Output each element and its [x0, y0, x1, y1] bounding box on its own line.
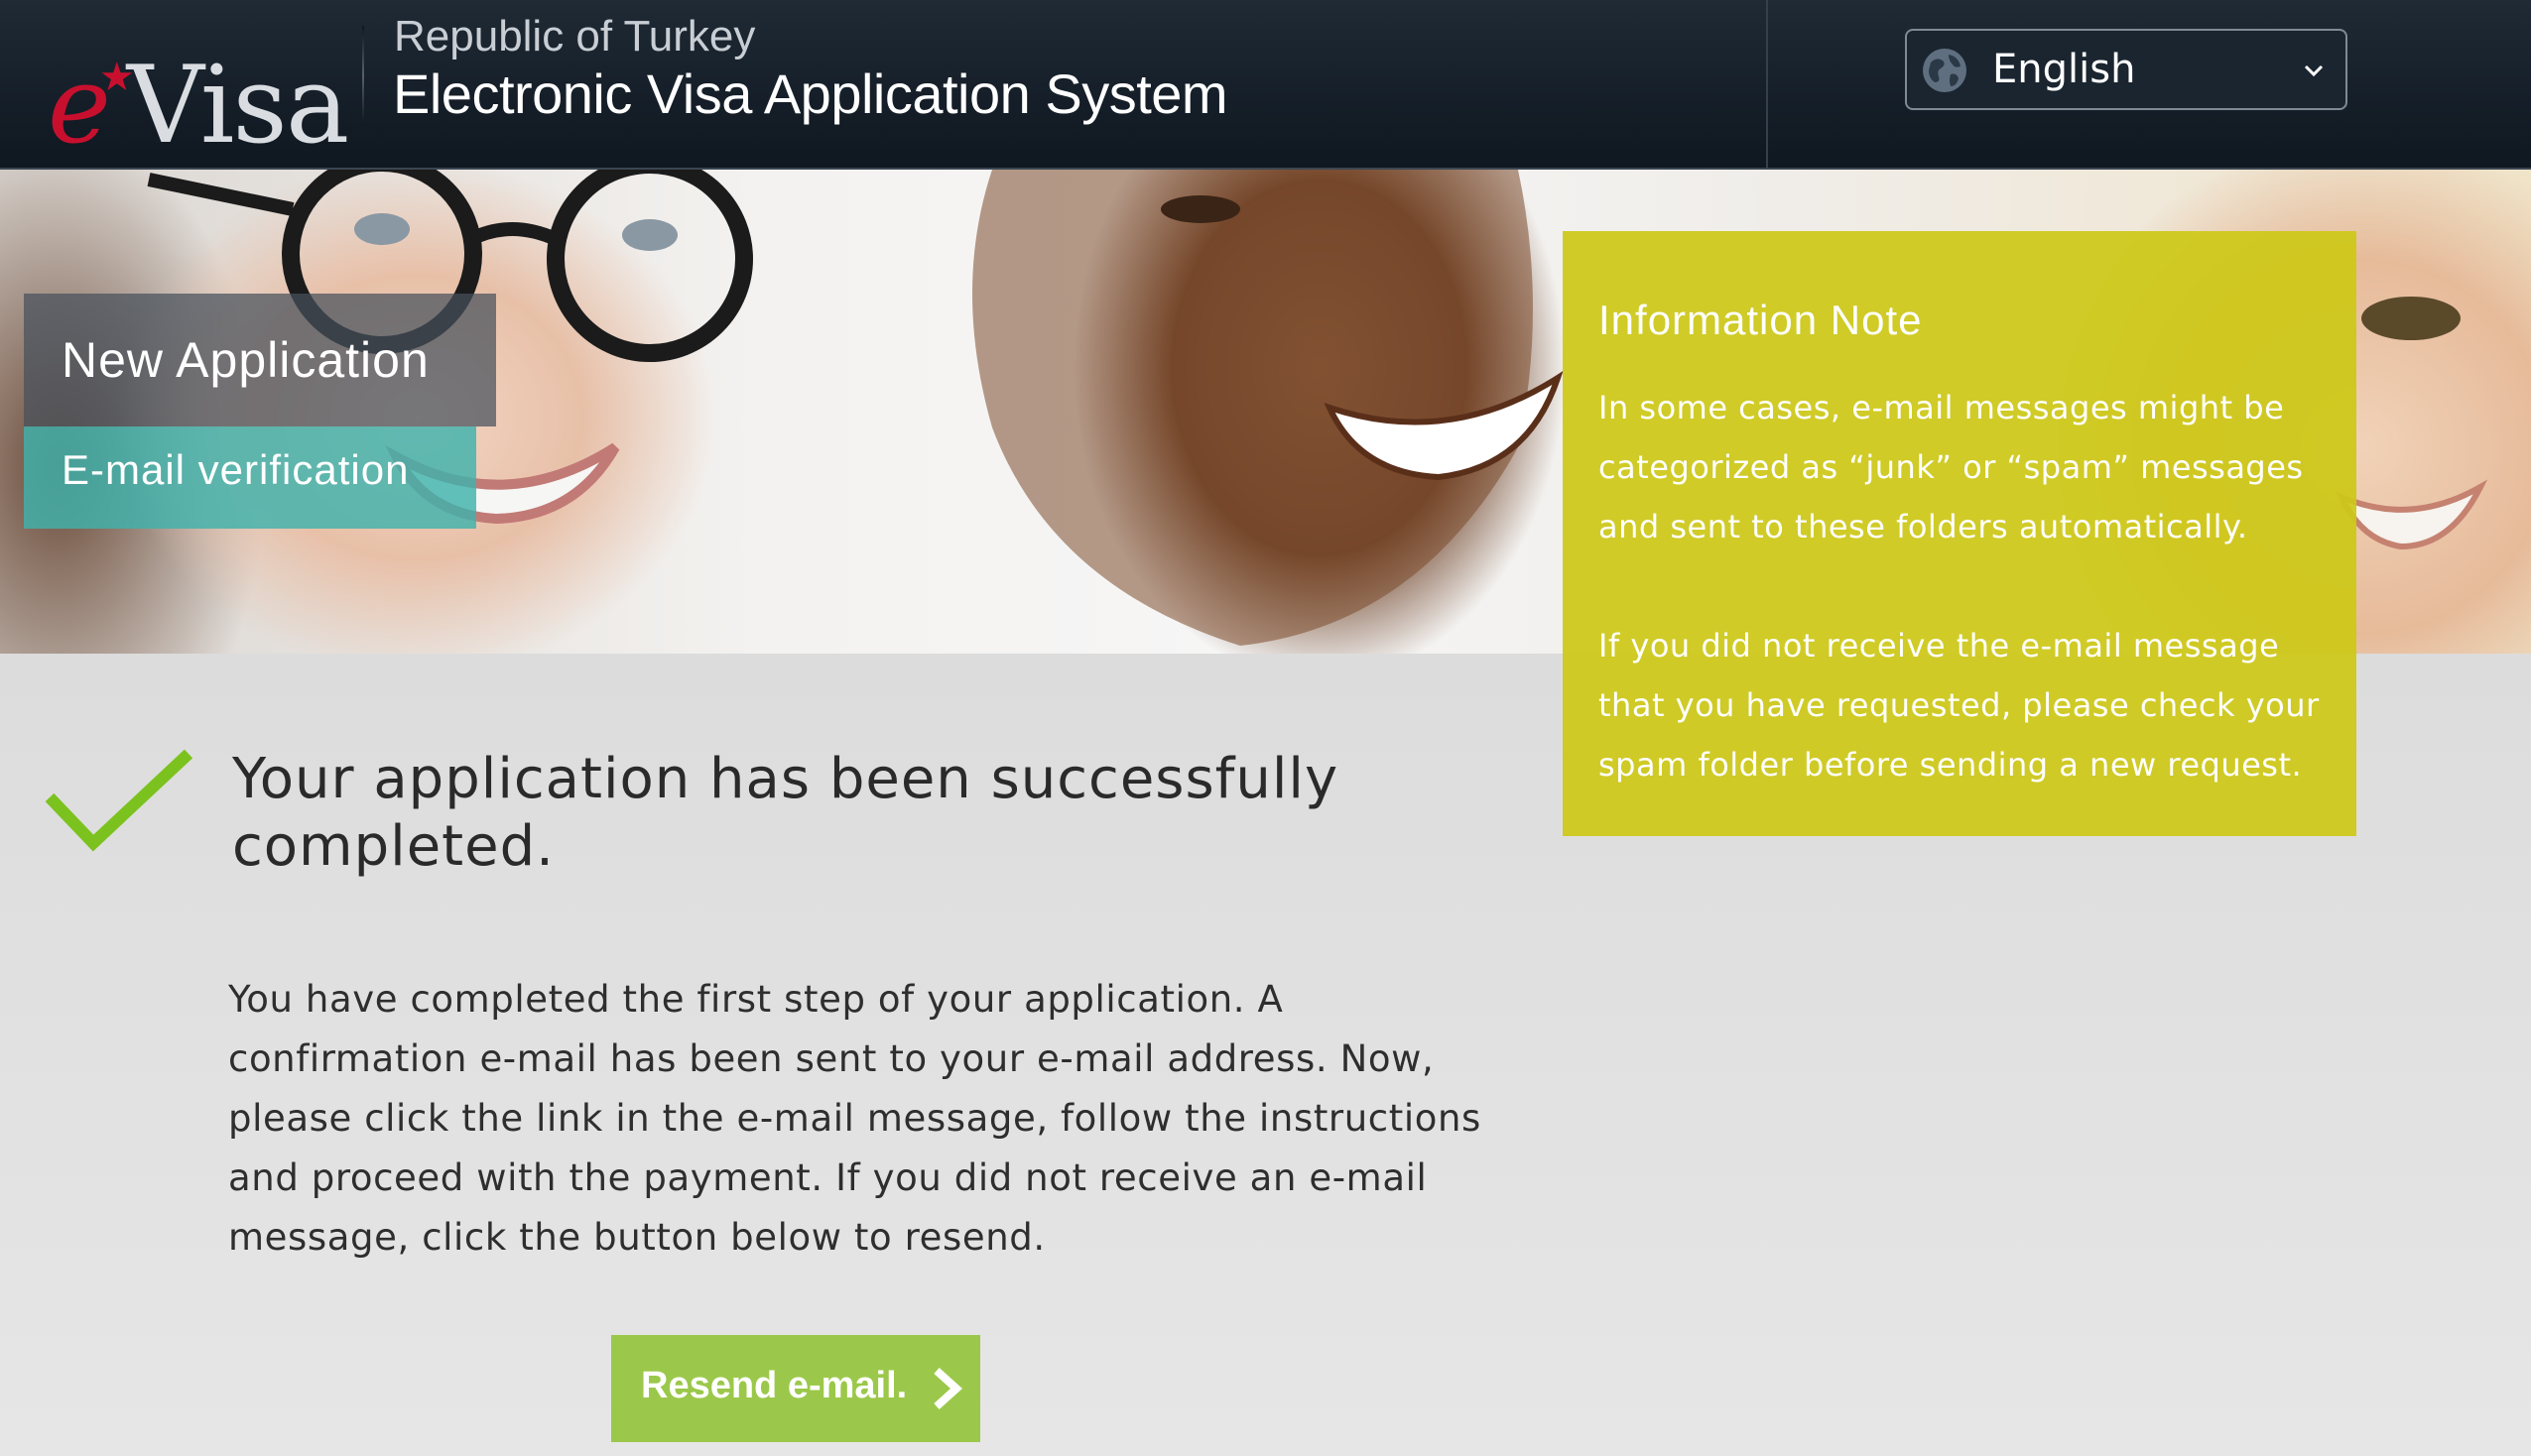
logo-separator [362, 26, 364, 125]
info-note-spacer [1598, 556, 2321, 616]
step-label-tag: E-mail verification [24, 426, 476, 529]
section-title-tag: New Application [24, 294, 496, 426]
step-label: E-mail verification [62, 446, 410, 493]
resend-email-label: Resend e-mail. [641, 1365, 908, 1406]
checkmark-icon [45, 749, 192, 852]
confirmation-message: You have completed the first step of you… [228, 978, 1481, 1259]
resend-email-button[interactable]: Resend e-mail. [611, 1335, 980, 1442]
language-select[interactable]: English [1905, 29, 2347, 110]
info-note-paragraph: If you did not receive the e-mail messag… [1598, 627, 2320, 784]
language-selected: English [1992, 47, 2136, 92]
globe-icon [1923, 49, 1966, 92]
header: e★Visa Republic of Turkey Electronic Vis… [0, 0, 2531, 170]
system-title: Electronic Visa Application System [393, 62, 1228, 125]
header-divider [1766, 0, 1768, 168]
section-title: New Application [62, 332, 430, 388]
chevron-down-icon [2304, 64, 2324, 77]
chevron-right-icon [934, 1368, 962, 1409]
information-note: Information Note In some cases, e-mail m… [1563, 231, 2356, 836]
success-title: Your application has been successfully c… [232, 747, 1339, 879]
info-note-paragraph: In some cases, e-mail messages might be … [1598, 389, 2304, 546]
evisa-logo[interactable]: e★Visa [48, 18, 349, 166]
country-name: Republic of Turkey [394, 12, 756, 61]
info-note-title: Information Note [1598, 297, 1923, 343]
